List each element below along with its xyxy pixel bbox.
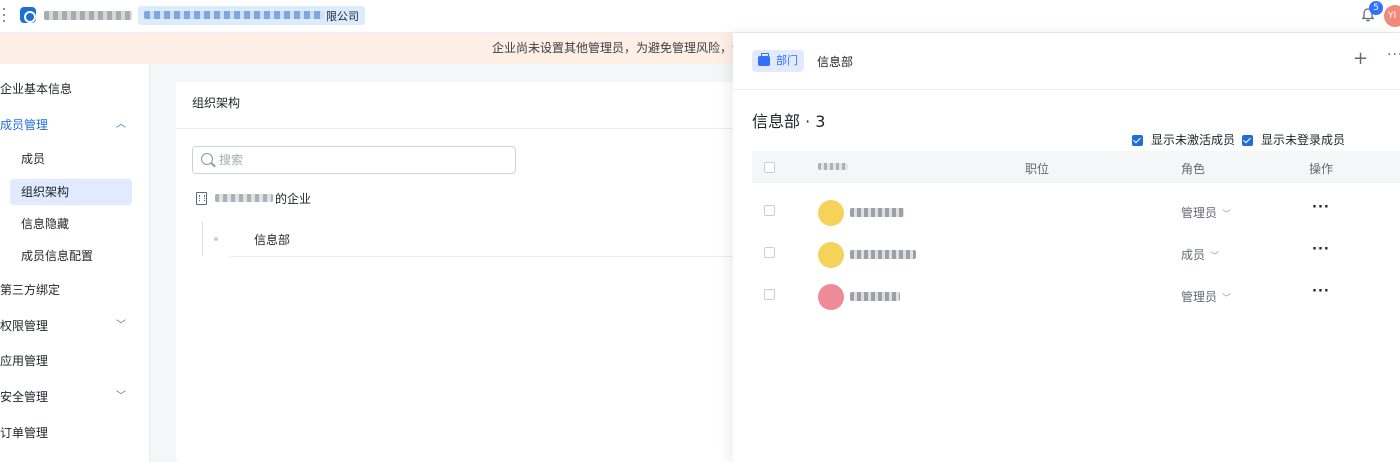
more-horizontal-icon[interactable]: ··· xyxy=(1387,47,1400,63)
checkbox-checked-icon[interactable] xyxy=(1242,135,1253,146)
select-all-checkbox[interactable] xyxy=(764,162,775,173)
role-dropdown[interactable]: 成员 ﹀ xyxy=(1181,246,1219,263)
sidebar-subitem-info-hiding[interactable]: 信息隐藏 xyxy=(10,211,132,237)
role-label: 成员 xyxy=(1181,248,1206,262)
redacted-member-name xyxy=(850,208,904,217)
chevron-down-icon: ﹀ xyxy=(1210,252,1220,262)
drawer-department-name: 信息部 xyxy=(817,55,854,69)
avatar xyxy=(818,284,844,310)
department-tag: 部门 xyxy=(752,50,804,72)
sidebar-item-label: 权限管理 xyxy=(0,319,49,333)
sidebar-item-permissions[interactable]: 权限管理 ﹀ xyxy=(0,313,140,339)
department-tag-label: 部门 xyxy=(776,54,798,67)
briefcase-icon xyxy=(758,53,770,66)
sidebar-item-member-management[interactable]: 成员管理 ︿ xyxy=(0,112,140,138)
avatar xyxy=(818,200,844,226)
role-label: 管理员 xyxy=(1181,290,1218,304)
sidebar-item-third-party[interactable]: 第三方绑定 xyxy=(0,277,140,303)
sidebar-item-label: 组织架构 xyxy=(21,185,70,199)
column-actions: 操作 xyxy=(1309,162,1334,176)
tree-node-dot xyxy=(214,237,218,241)
sidebar-item-label: 安全管理 xyxy=(0,390,49,404)
sidebar-item-apps[interactable]: 应用管理 xyxy=(0,348,140,374)
search-icon xyxy=(201,153,213,165)
chevron-down-icon: ﹀ xyxy=(116,391,126,402)
app-logo xyxy=(20,7,36,23)
filter-label: 显示未激活成员 xyxy=(1151,133,1236,147)
org-child-node[interactable]: 信息部 xyxy=(254,231,290,248)
sidebar-item-label: 应用管理 xyxy=(0,354,49,368)
table-row[interactable]: 管理员 ﹀ ··· xyxy=(752,190,1400,232)
table-row[interactable]: 成员 ﹀ ··· xyxy=(752,232,1400,274)
row-checkbox[interactable] xyxy=(764,289,775,300)
redacted-app-name xyxy=(44,11,132,20)
org-structure-card: 组织架构 的企业 信息部 xyxy=(176,82,736,462)
sidebar-item-orders[interactable]: 订单管理 xyxy=(0,420,140,446)
row-more-icon[interactable]: ··· xyxy=(1312,200,1330,215)
filter-show-not-logged-in[interactable]: 显示未登录成员 xyxy=(1242,131,1345,148)
search-input[interactable] xyxy=(219,151,499,169)
sidebar-subitem-org-structure[interactable]: 组织架构 xyxy=(10,179,132,205)
notification-badge: 5 xyxy=(1369,1,1383,15)
sidebar-item-label: 成员 xyxy=(21,152,46,166)
divider xyxy=(230,256,736,257)
user-avatar[interactable]: YI xyxy=(1384,5,1400,27)
top-bar: 限公司 5 YI xyxy=(0,0,1400,33)
tenant-name-suffix: 限公司 xyxy=(326,9,359,23)
redacted-company-name xyxy=(215,194,273,202)
chevron-up-icon: ︿ xyxy=(116,119,126,130)
role-label: 管理员 xyxy=(1181,206,1218,220)
page-title: 组织架构 xyxy=(192,96,241,110)
sidebar-item-label: 成员信息配置 xyxy=(21,249,94,263)
chevron-down-icon: ﹀ xyxy=(1222,210,1232,220)
sidebar-item-label: 信息隐藏 xyxy=(21,217,70,231)
filter-show-inactive[interactable]: 显示未激活成员 xyxy=(1132,131,1235,148)
sidebar-item-label: 成员管理 xyxy=(0,118,49,132)
sidebar-subitem-member-info-config[interactable]: 成员信息配置 xyxy=(10,243,132,269)
role-dropdown[interactable]: 管理员 ﹀ xyxy=(1181,288,1231,305)
drawer-header: 部门 信息部 + ··· xyxy=(733,33,1400,90)
sidebar: 企业基本信息 成员管理 ︿ 成员 组织架构 信息隐藏 成员信息配置 第三方绑定 权… xyxy=(0,64,150,462)
column-role: 角色 xyxy=(1181,162,1206,176)
tenant-name[interactable]: 限公司 xyxy=(138,6,365,25)
row-more-icon[interactable]: ··· xyxy=(1312,284,1330,299)
search-box[interactable] xyxy=(192,146,516,174)
org-root-label: 的企业 xyxy=(275,191,312,206)
checkbox-checked-icon[interactable] xyxy=(1132,135,1143,146)
redacted-member-name xyxy=(850,250,916,259)
org-root-node[interactable]: 的企业 xyxy=(196,190,311,206)
role-dropdown[interactable]: 管理员 ﹀ xyxy=(1181,204,1231,221)
divider xyxy=(176,128,736,129)
sidebar-item-company-info[interactable]: 企业基本信息 xyxy=(0,76,140,102)
department-drawer: 部门 信息部 + ··· 信息部 · 3 显示未激活成员 显示未登录成员 职位 … xyxy=(733,33,1400,462)
row-checkbox[interactable] xyxy=(764,247,775,258)
row-checkbox[interactable] xyxy=(764,205,775,216)
building-icon xyxy=(196,191,207,205)
more-vertical-icon[interactable] xyxy=(3,8,7,22)
redacted-member-name xyxy=(850,292,900,301)
sidebar-item-security[interactable]: 安全管理 ﹀ xyxy=(0,384,140,410)
filter-label: 显示未登录成员 xyxy=(1261,133,1346,147)
table-header: 职位 角色 操作 xyxy=(752,151,1400,183)
table-row[interactable]: 管理员 ﹀ ··· xyxy=(752,274,1400,316)
sidebar-item-label: 企业基本信息 xyxy=(0,82,73,96)
sidebar-subitem-members[interactable]: 成员 xyxy=(10,146,132,172)
sidebar-item-label: 订单管理 xyxy=(0,426,49,440)
row-more-icon[interactable]: ··· xyxy=(1312,242,1330,257)
add-icon[interactable]: + xyxy=(1353,49,1368,69)
tree-connector xyxy=(202,222,203,256)
chevron-down-icon: ﹀ xyxy=(116,320,126,331)
avatar xyxy=(818,242,844,268)
department-title: 信息部 · 3 xyxy=(752,112,826,131)
sidebar-item-label: 第三方绑定 xyxy=(0,283,61,297)
column-position: 职位 xyxy=(1025,162,1050,176)
redacted-column-name xyxy=(818,163,848,170)
chevron-down-icon: ﹀ xyxy=(1222,294,1232,304)
